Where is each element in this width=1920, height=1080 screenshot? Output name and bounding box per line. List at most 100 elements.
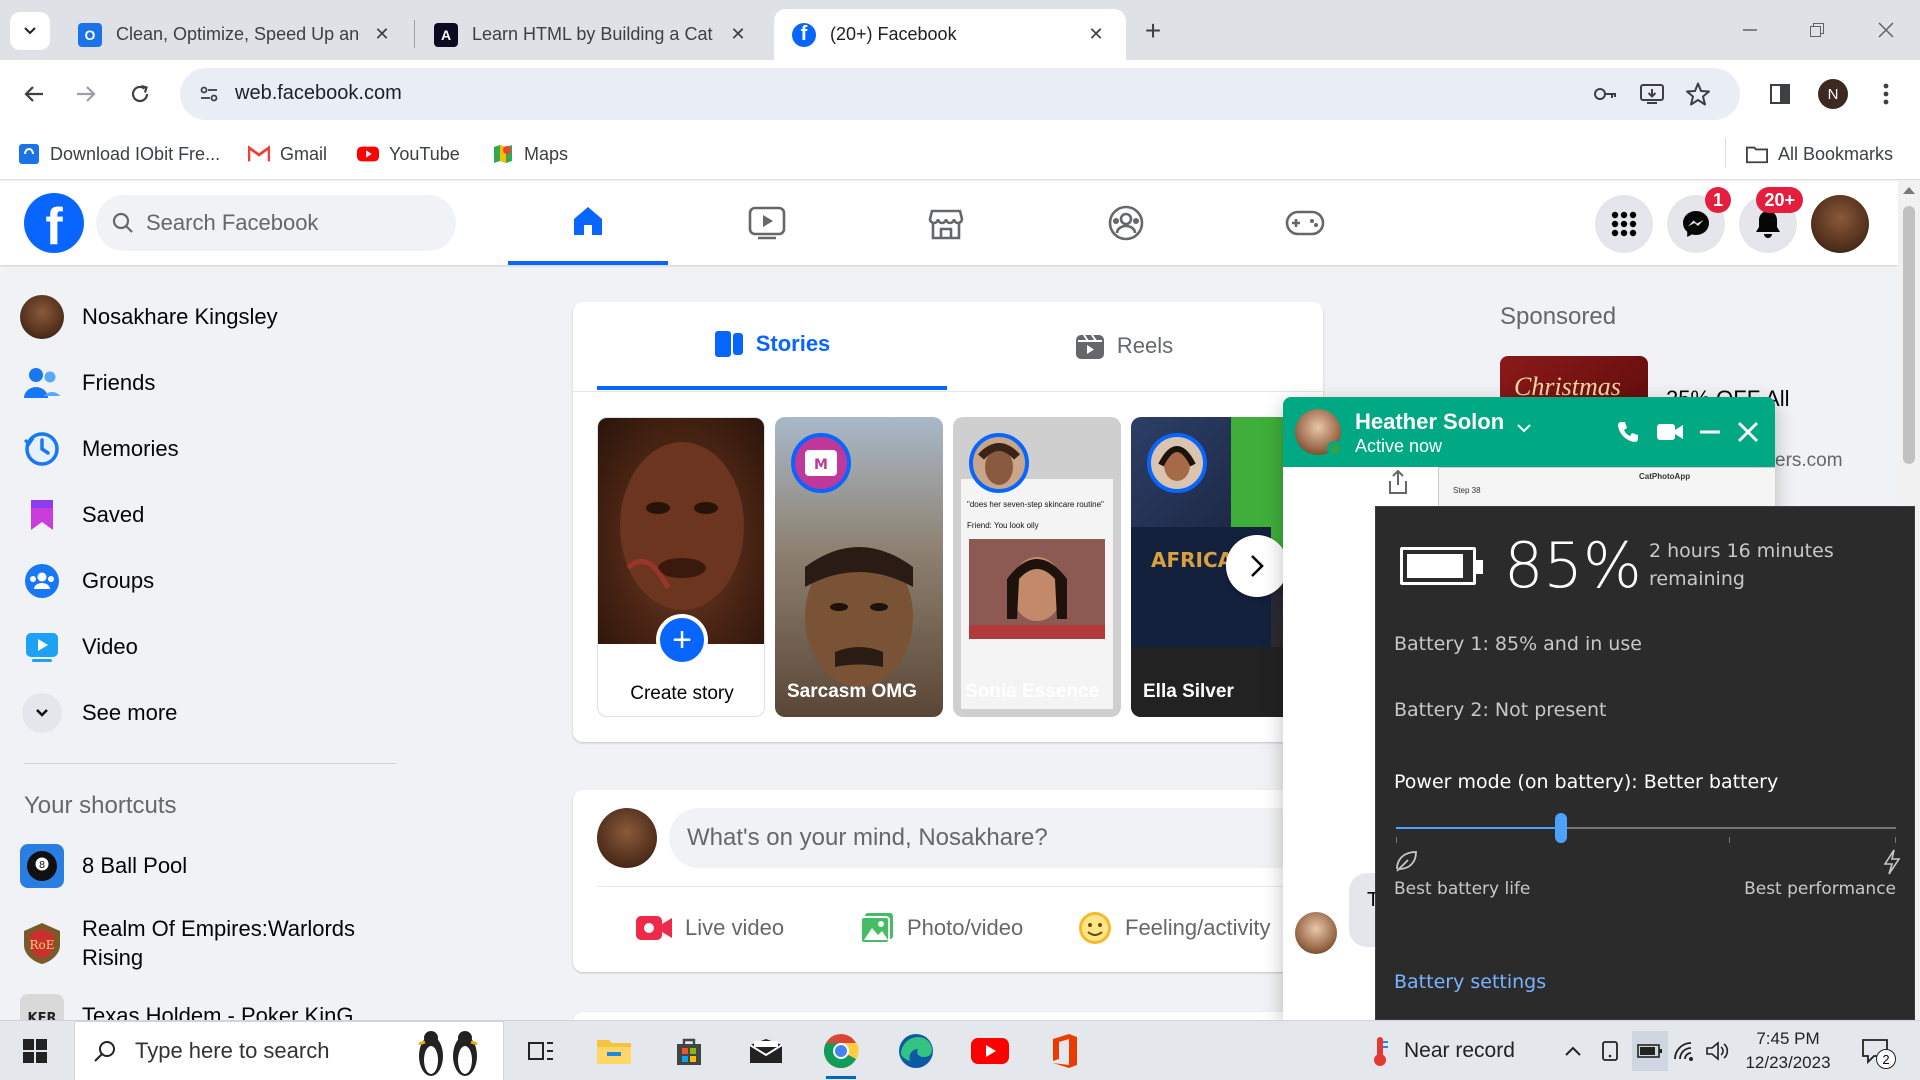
video-call-button[interactable] [1655,417,1685,447]
youtube-taskbar-button[interactable] [961,1027,1019,1075]
taskbar-clock[interactable]: 7:45 PM 12/23/2023 [1740,1027,1836,1075]
tab-reels[interactable]: Reels [949,302,1299,390]
restore-button[interactable] [1797,10,1837,50]
chat-header[interactable]: Heather Solon Active now [1283,397,1775,467]
memories-icon [20,427,64,471]
slider-thumb[interactable] [1555,813,1567,843]
side-panel-button[interactable] [1760,74,1800,114]
sidebar-item-video[interactable]: Video [20,619,138,675]
task-view-button[interactable] [512,1027,570,1075]
install-app-icon[interactable] [1637,79,1667,109]
notifications-button[interactable]: 20+ [1739,187,1803,253]
show-hidden-icons-button[interactable] [1558,1031,1588,1071]
nav-gaming[interactable] [1225,181,1385,265]
live-video-button[interactable]: Live video [635,900,784,956]
messenger-button[interactable]: 1 [1667,187,1731,253]
start-button[interactable] [10,1031,60,1071]
new-tab-button[interactable]: + [1136,14,1170,48]
story-create[interactable]: + Create story [597,417,765,717]
facebook-logo[interactable]: f [24,193,84,253]
chevron-down-icon[interactable] [1515,419,1533,442]
browser-tab-iobit[interactable]: O Clean, Optimize, Speed Up and ✕ [60,9,412,60]
taskbar-search-input[interactable]: Type here to search [74,1021,504,1080]
shared-screenshot-preview[interactable]: Step 38 CatPhotoApp [1438,467,1775,507]
story-sarcasm-omg[interactable]: M Sarcasm OMG [775,417,943,717]
forward-button[interactable] [66,74,106,114]
nav-marketplace[interactable] [866,181,1026,265]
browser-tab-freecodecamp[interactable]: A Learn HTML by Building a Cat P ✕ [416,9,768,60]
bookmark-youtube[interactable]: YouTube [357,140,460,168]
close-chat-button[interactable] [1733,417,1763,447]
close-window-button[interactable] [1866,10,1906,50]
url-text[interactable]: web.facebook.com [235,82,402,105]
close-icon[interactable]: ✕ [726,23,750,47]
site-info-icon[interactable] [194,79,224,109]
file-explorer-button[interactable] [585,1027,643,1075]
device-tray-icon[interactable] [1595,1031,1625,1071]
volume-tray-button[interactable] [1703,1031,1733,1071]
minimize-chat-button[interactable] [1695,417,1725,447]
weather-widget[interactable]: Near record [1370,1031,1515,1071]
chrome-taskbar-button[interactable] [812,1027,870,1079]
battery-tray-button[interactable] [1632,1031,1668,1071]
all-bookmarks-button[interactable]: All Bookmarks [1746,140,1893,168]
sidebar-see-more[interactable]: See more [20,685,177,741]
tab-stories[interactable]: Stories [597,302,947,390]
close-icon[interactable]: ✕ [1084,23,1108,47]
bookmark-label: Gmail [280,143,328,164]
composer-divider [597,886,1297,887]
battery-fill [1407,554,1463,578]
composer-input[interactable]: What's on your mind, Nosakhare? [669,808,1309,868]
sidebar-item-label: Groups [82,568,155,593]
bookmark-maps[interactable]: Maps [492,140,568,168]
sidebar-item-friends[interactable]: Friends [20,355,155,411]
message-sender-avatar[interactable] [1295,912,1337,954]
sidebar-item-groups[interactable]: Groups [20,553,154,609]
profile-button[interactable]: N [1813,74,1853,114]
power-mode-slider[interactable] [1396,813,1896,843]
create-story-photo [598,418,764,644]
share-icon[interactable] [1383,467,1413,497]
plus-icon[interactable]: + [656,614,708,666]
feeling-activity-button[interactable]: Feeling/activity [1077,900,1271,956]
sidebar-item-memories[interactable]: Memories [20,421,179,477]
bookmark-iobit[interactable]: Download IObit Fre... [18,140,220,168]
story-sonia-essence[interactable]: "does her seven-step skincare routine" F… [953,417,1121,717]
scrollbar-thumb[interactable] [1903,206,1915,464]
bookmark-star-icon[interactable] [1683,79,1713,109]
stories-next-button[interactable] [1226,535,1288,597]
arrow-left-icon [24,86,43,102]
nav-home[interactable] [508,181,668,265]
browser-tab-facebook[interactable]: f (20+) Facebook ✕ [774,9,1126,60]
tab-search-button[interactable] [10,12,50,50]
scroll-up-arrow[interactable] [1903,187,1915,194]
address-bar[interactable]: web.facebook.com [180,68,1740,120]
bookmark-gmail[interactable]: Gmail [248,140,327,168]
close-icon[interactable]: ✕ [370,23,394,47]
sidebar-item-saved[interactable]: Saved [20,487,144,543]
chat-contact-name[interactable]: Heather Solon [1355,409,1504,435]
password-key-icon[interactable] [1590,79,1620,109]
shortcut-realm-of-empires[interactable]: RoE Realm Of Empires:Warlords Rising [20,907,380,979]
minimize-button[interactable] [1730,10,1770,50]
voice-call-button[interactable] [1613,417,1643,447]
nav-groups[interactable] [1046,181,1206,265]
reload-button[interactable] [120,74,160,114]
nav-video[interactable] [687,181,847,265]
microsoft-store-button[interactable] [660,1027,718,1075]
wifi-tray-button[interactable] [1670,1031,1700,1071]
battery-settings-link[interactable]: Battery settings [1394,971,1546,993]
sidebar-item-profile[interactable]: Nosakhare Kingsley [20,289,278,345]
shortcut-8-ball-pool[interactable]: 8 8 Ball Pool [20,838,187,894]
office-button[interactable] [1036,1027,1094,1075]
notification-center-button[interactable]: 2 [1850,1031,1900,1071]
facebook-search-input[interactable]: Search Facebook [96,195,456,251]
mail-button[interactable] [737,1027,795,1075]
composer-avatar[interactable] [597,808,657,868]
edge-button[interactable] [887,1027,945,1075]
menu-button[interactable] [1595,195,1653,253]
chrome-menu-button[interactable] [1866,74,1906,114]
back-button[interactable] [14,74,54,114]
account-avatar[interactable] [1811,195,1869,253]
photo-video-button[interactable]: Photo/video [859,900,1023,956]
